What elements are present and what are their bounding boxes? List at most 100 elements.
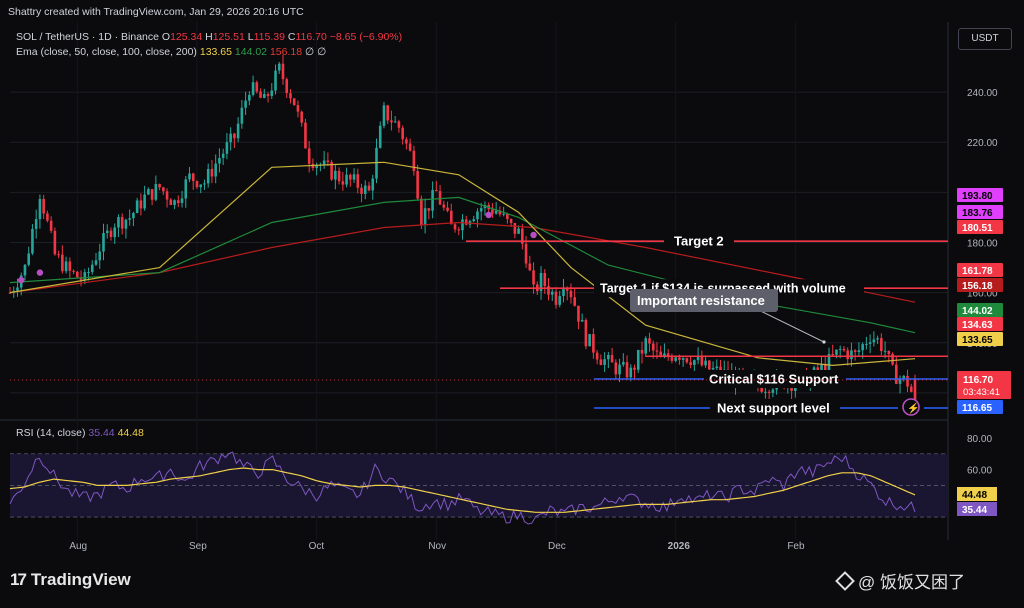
candle-body (580, 320, 584, 322)
candle-body (128, 218, 131, 220)
candle-body (603, 359, 606, 365)
candle-body (528, 263, 532, 271)
candle-body (838, 348, 842, 350)
candle-body (588, 334, 591, 347)
candle-body (352, 174, 356, 180)
currency-button[interactable]: USDT (958, 28, 1012, 50)
candle-body (902, 375, 906, 379)
watermark-text: @ 饭饭又困了 (858, 573, 965, 592)
candle-body (68, 261, 72, 271)
candle-body (289, 93, 292, 99)
x-axis-label: Nov (428, 541, 446, 552)
candle-body (285, 79, 289, 94)
candle-body (693, 360, 696, 365)
resistance-callout-label: Important resistance (637, 293, 765, 308)
candle-body (670, 357, 674, 361)
candle-body (304, 122, 307, 149)
chart-header: Shattry created with TradingView.com, Ja… (8, 6, 304, 18)
candle-body (685, 358, 689, 363)
candle-body (397, 121, 401, 128)
candle-body (502, 213, 505, 215)
symbol-legend: SOL / TetherUS · 1D · Binance O125.34 H1… (16, 31, 402, 43)
candle-body (405, 139, 408, 144)
candle-body (162, 187, 165, 192)
candle-body (457, 229, 461, 231)
candle-body (629, 367, 633, 378)
candle-body (435, 189, 438, 192)
candle-body (240, 107, 244, 124)
candle-body (221, 153, 225, 158)
candle-body (401, 127, 404, 140)
candle-body (438, 191, 442, 205)
candle-body (132, 212, 135, 219)
candle-body (191, 173, 195, 182)
price-tag-label: 193.80 (962, 191, 993, 202)
candle-body (558, 296, 562, 305)
candle-body (281, 63, 285, 80)
candle-body (326, 160, 330, 162)
price-tag-label: 133.65 (962, 335, 993, 346)
candle-body (135, 200, 139, 213)
candle-body (390, 120, 393, 123)
ema-legend: Ema (close, 50, close, 100, close, 200) … (16, 46, 326, 58)
candle-body (139, 200, 143, 209)
candle-body (494, 210, 498, 214)
candle-body (416, 171, 419, 199)
candle-body (595, 352, 599, 360)
candle-body (165, 191, 169, 200)
chart-area[interactable]: 120.00140.00160.00180.00200.00220.00240.… (0, 0, 1024, 608)
candle-body (865, 343, 868, 345)
candle-body (72, 270, 75, 272)
candle-body (853, 350, 857, 352)
candle-body (895, 364, 898, 384)
candle-body (767, 391, 771, 393)
candle-body (42, 199, 45, 214)
candle-body (105, 230, 109, 234)
price-tick-label: 220.00 (967, 138, 998, 149)
author-watermark: @ 饭饭又困了 (835, 568, 965, 593)
candle-body (835, 349, 838, 355)
candle-body (887, 350, 891, 355)
candle-body (562, 288, 565, 297)
candle-body (868, 342, 872, 344)
x-axis-label: Sep (189, 541, 207, 552)
candle-body (861, 344, 864, 351)
candle-body (349, 174, 352, 180)
candle-body (184, 179, 188, 199)
x-axis-label: 2026 (668, 541, 691, 552)
price-tag-label: 183.76 (962, 208, 993, 219)
close-value: 116.70 (295, 31, 327, 43)
candle-body (393, 121, 397, 123)
candle-body (648, 338, 651, 344)
candle-body (296, 105, 300, 112)
critical-support-label: Critical $116 Support (709, 372, 839, 387)
candle-body (378, 125, 382, 148)
candle-body (842, 348, 846, 351)
candle-body (610, 354, 614, 363)
candle-body (476, 211, 479, 220)
ema100-value: 144.02 (234, 46, 268, 58)
candle-body (573, 297, 576, 306)
price-tag-label: 161.78 (962, 266, 993, 277)
candle-body (147, 189, 150, 195)
candle-body (218, 157, 221, 164)
candle-body (277, 63, 281, 71)
candle-body (857, 350, 861, 352)
candle-body (356, 174, 360, 188)
candle-body (636, 349, 640, 370)
candle-body (360, 187, 363, 194)
next-support-label: Next support level (717, 401, 830, 416)
candle-body (206, 168, 210, 184)
candle-body (651, 343, 655, 351)
price-tag-label: 134.63 (962, 320, 993, 331)
price-tag-label: 144.02 (962, 306, 993, 317)
candle-body (229, 133, 232, 143)
tradingview-brand[interactable]: 17 TradingView (10, 570, 131, 590)
high-label: H (205, 31, 213, 43)
candle-body (547, 286, 550, 295)
candle-body (655, 350, 659, 352)
candle-body (420, 198, 423, 225)
candle-body (64, 261, 68, 272)
candle-body (513, 222, 517, 234)
candle-body (23, 264, 27, 276)
